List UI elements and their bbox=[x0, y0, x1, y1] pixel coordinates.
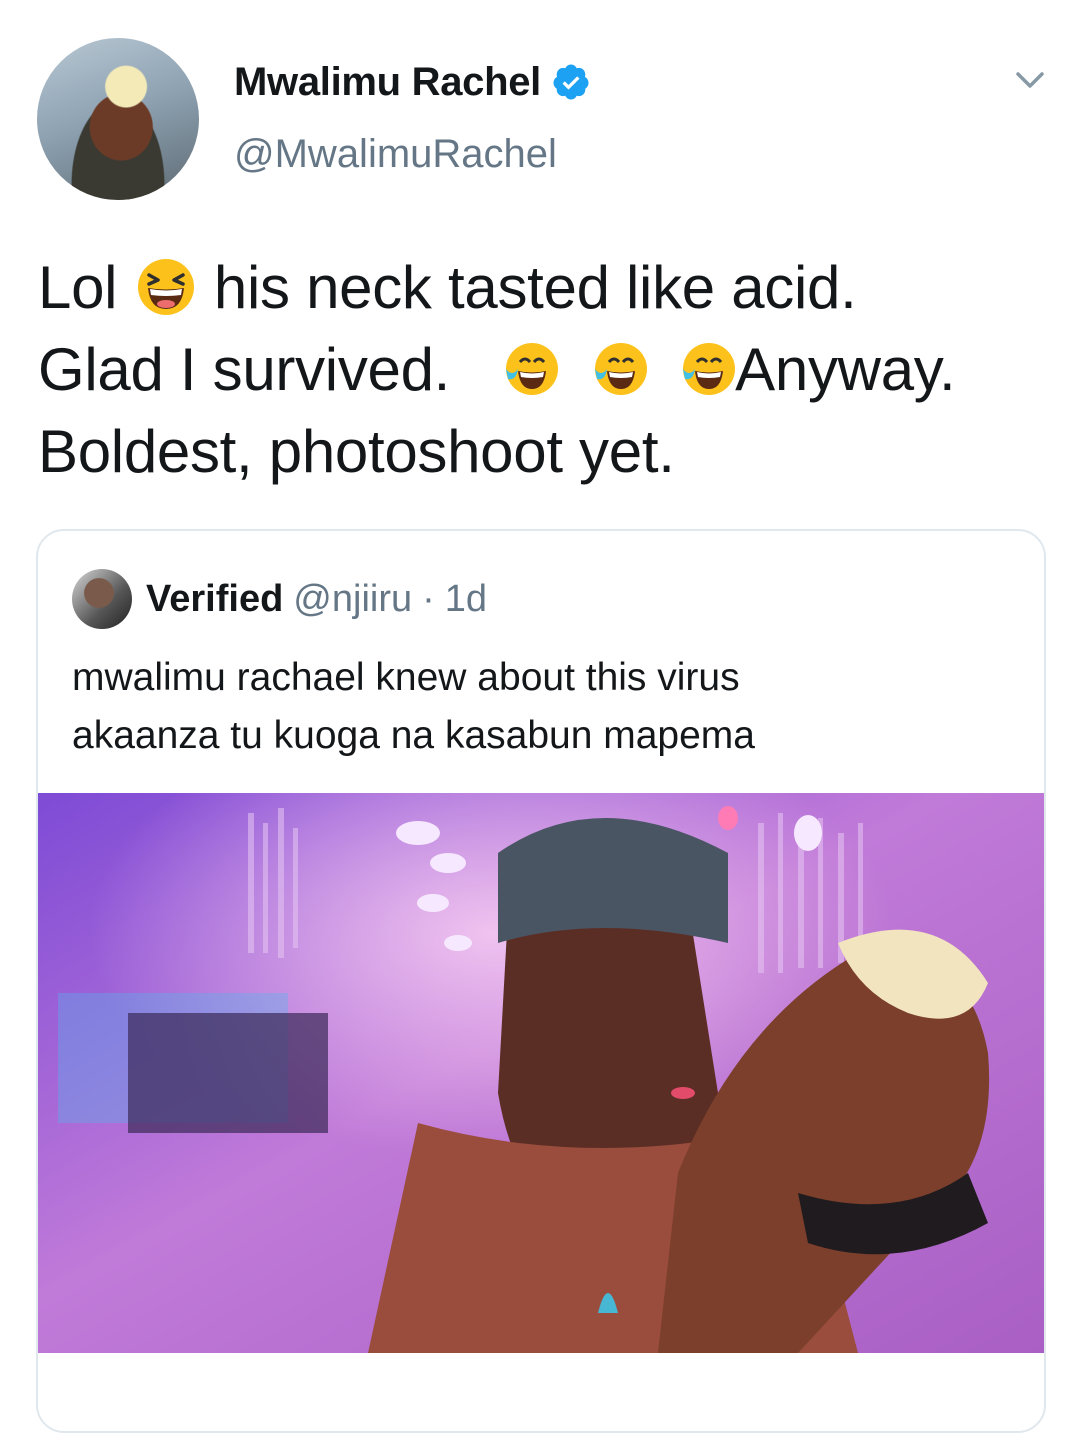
quoted-text-line: mwalimu rachael knew about this virus bbox=[72, 656, 740, 699]
quoted-tweet-card[interactable]: Verified @njiiru · 1d mwalimu rachael kn… bbox=[36, 529, 1046, 1433]
tweet-text-fragment: Glad I survived. bbox=[38, 336, 451, 403]
chevron-down-icon[interactable] bbox=[1010, 62, 1050, 98]
author-row: Mwalimu Rachel bbox=[234, 58, 591, 106]
tweet-line: Glad I survived. Anyway. bbox=[38, 329, 1048, 411]
quoted-timestamp: 1d bbox=[444, 577, 488, 620]
quoted-author-name: Verified bbox=[146, 577, 284, 620]
quoted-tweet-header: Verified @njiiru · 1d bbox=[72, 569, 487, 629]
verified-badge-icon bbox=[553, 64, 589, 100]
quoted-author-handle: @njiiru bbox=[293, 577, 413, 620]
tweet-text-fragment: Lol bbox=[38, 254, 118, 321]
tweet-line: Boldest, photoshoot yet. bbox=[38, 418, 675, 485]
face-with-tears-of-joy-emoji bbox=[594, 343, 647, 395]
face-with-tears-of-joy-emoji bbox=[683, 343, 736, 395]
quoted-tweet-text: mwalimu rachael knew about this virus ak… bbox=[72, 649, 1012, 765]
quoted-text-line: akaanza tu kuoga na kasabun mapema bbox=[72, 714, 755, 757]
avatar[interactable] bbox=[37, 38, 199, 200]
photo-graphic bbox=[38, 793, 1044, 1353]
grinning-squinting-face-emoji bbox=[137, 259, 194, 315]
separator-dot: · bbox=[422, 577, 435, 620]
tweet-text: Lol his neck tasted like acid. Glad I su… bbox=[38, 247, 1048, 493]
author-handle[interactable]: @MwalimuRachel bbox=[234, 132, 557, 177]
face-with-tears-of-joy-emoji bbox=[506, 343, 559, 395]
quoted-tweet-photo[interactable] bbox=[38, 793, 1044, 1353]
author-name[interactable]: Mwalimu Rachel bbox=[234, 60, 541, 105]
tweet-line: Lol his neck tasted like acid. bbox=[38, 247, 1048, 329]
tweet-text-fragment: Anyway. bbox=[735, 336, 956, 403]
quoted-author-avatar bbox=[72, 569, 132, 629]
tweet-text-fragment: his neck tasted like acid. bbox=[213, 254, 857, 321]
